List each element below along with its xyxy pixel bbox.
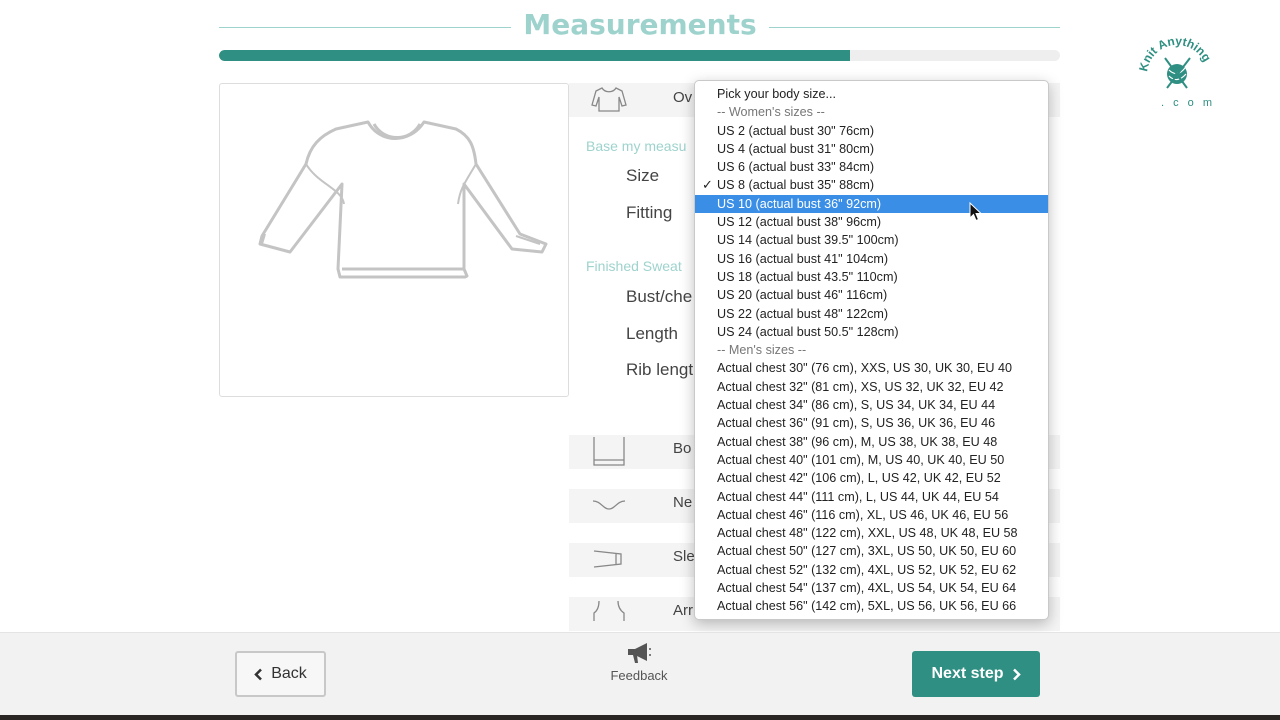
base-measurements-heading: Base my measu [586,138,687,154]
progress-fill [219,50,850,61]
dropdown-group-label: -- Women's sizes -- [695,103,1048,121]
dropdown-option[interactable]: Actual chest 48" (122 cm), XXL, US 48, U… [695,524,1048,542]
bottom-strip [0,715,1280,720]
knit-anything-logo[interactable]: Knit Anything . c o m [1135,30,1220,115]
dropdown-option[interactable]: US 22 (actual bust 48" 122cm) [695,305,1048,323]
dropdown-option[interactable]: US 16 (actual bust 41" 104cm) [695,250,1048,268]
dropdown-option-label: Actual chest 46" (116 cm), XL, US 46, UK… [717,507,1009,522]
sleeve-icon [593,550,622,568]
dropdown-option-label: US 4 (actual bust 31" 80cm) [717,141,875,156]
dropdown-option[interactable]: Actual chest 50" (127 cm), 3XL, US 50, U… [695,542,1048,560]
dropdown-option[interactable]: US 18 (actual bust 43.5" 110cm) [695,268,1048,286]
next-step-button[interactable]: Next step [912,651,1040,697]
dropdown-option-label: US 8 (actual bust 35" 88cm) [717,178,875,193]
sleeve-label: Sle [673,548,695,565]
dropdown-option-label: Actual chest 54" (137 cm), 4XL, US 54, U… [717,581,1017,596]
dropdown-option-label: Actual chest 34" (86 cm), S, US 34, UK 3… [717,398,996,413]
megaphone-icon [628,643,651,663]
dropdown-option[interactable]: US 20 (actual bust 46" 116cm) [695,286,1048,304]
dropdown-option[interactable]: US 6 (actual bust 33" 84cm) [695,158,1048,176]
rib-length-label: Rib lengt [626,360,694,379]
body-icon [593,437,625,466]
dropdown-option[interactable]: Actual chest 44" (111 cm), L, US 44, UK … [695,488,1048,506]
page-title: Measurements [0,8,1280,41]
dropdown-option-label: -- Men's sizes -- [717,343,807,358]
dropdown-option-label: US 14 (actual bust 39.5" 100cm) [717,233,899,248]
sweater-preview [219,83,569,397]
dropdown-option[interactable]: Actual chest 52" (132 cm), 4XL, US 52, U… [695,561,1048,579]
feedback-button[interactable]: Feedback [600,641,678,683]
back-button-label: Back [271,665,307,682]
neck-label: Ne [673,494,693,511]
dropdown-option[interactable]: Actual chest 46" (116 cm), XL, US 46, UK… [695,506,1048,524]
sweater-illustration [258,120,548,279]
dropdown-option[interactable]: US 14 (actual bust 39.5" 100cm) [695,231,1048,249]
dropdown-option[interactable]: Actual chest 40" (101 cm), M, US 40, UK … [695,451,1048,469]
dropdown-option-label: Actual chest 30" (76 cm), XXS, US 30, UK… [717,361,1012,376]
dropdown-option[interactable]: Actual chest 36" (91 cm), S, US 36, UK 3… [695,414,1048,432]
next-step-label: Next step [931,665,1004,682]
dropdown-option[interactable]: Actual chest 30" (76 cm), XXS, US 30, UK… [695,359,1048,377]
fitting-label: Fitting [626,203,673,222]
dropdown-option-label: US 22 (actual bust 48" 122cm) [717,306,889,321]
chevron-left-icon [254,668,263,680]
dropdown-option-label: Actual chest 36" (91 cm), S, US 36, UK 3… [717,416,996,431]
dropdown-option-label: Actual chest 32" (81 cm), XS, US 32, UK … [717,379,1004,394]
dropdown-option-label: US 2 (actual bust 30" 76cm) [717,123,875,138]
dropdown-option[interactable]: Actual chest 38" (96 cm), M, US 38, UK 3… [695,433,1048,451]
progress-bar [219,50,1060,61]
dropdown-option[interactable]: US 12 (actual bust 38" 96cm) [695,213,1048,231]
dropdown-option-label: Actual chest 48" (122 cm), XXL, US 48, U… [717,526,1018,541]
dropdown-option-label: US 20 (actual bust 46" 116cm) [717,288,888,303]
dropdown-option[interactable]: Actual chest 54" (137 cm), 4XL, US 54, U… [695,579,1048,597]
dropdown-option[interactable]: US 2 (actual bust 30" 76cm) [695,122,1048,140]
feedback-label: Feedback [610,668,668,683]
dropdown-option[interactable]: US 24 (actual bust 50.5" 128cm) [695,323,1048,341]
checkmark-icon: ✓ [702,177,713,193]
dropdown-group-label: -- Men's sizes -- [695,341,1048,359]
body-size-dropdown[interactable]: Pick your body size... -- Women's sizes -… [694,80,1049,620]
dropdown-option[interactable]: US 10 (actual bust 36" 92cm) [695,194,1048,214]
armhole-label: Arr [673,602,693,619]
back-button[interactable]: Back [235,651,326,697]
chevron-right-icon [1012,668,1021,680]
overview-label: Ov [673,89,693,106]
dropdown-option[interactable]: Actual chest 34" (86 cm), S, US 34, UK 3… [695,396,1048,414]
svg-text:. c o m: . c o m [1161,97,1215,109]
dropdown-option-label: Actual chest 38" (96 cm), M, US 38, UK 3… [717,434,998,449]
sweater-icon [591,87,627,112]
dropdown-option-label: Actual chest 56" (142 cm), 5XL, US 56, U… [717,599,1017,614]
dropdown-option-label: Pick your body size... [717,87,836,101]
dropdown-option-label: US 18 (actual bust 43.5" 110cm) [717,269,898,284]
dropdown-option-label: Actual chest 42" (106 cm), L, US 42, UK … [717,471,1001,486]
dropdown-option-label: Actual chest 52" (132 cm), 4XL, US 52, U… [717,562,1017,577]
armhole-icon [593,600,625,621]
neckline-icon [592,500,626,510]
dropdown-option-label: US 10 (actual bust 36" 92cm) [717,196,882,211]
size-label: Size [626,166,660,185]
mouse-cursor-icon [969,202,983,222]
dropdown-option[interactable]: Actual chest 32" (81 cm), XS, US 32, UK … [695,378,1048,396]
dropdown-option[interactable]: ✓ US 8 (actual bust 35" 88cm) [695,176,1048,194]
dropdown-option-label: US 16 (actual bust 41" 104cm) [717,251,889,266]
dropdown-option-label: Actual chest 40" (101 cm), M, US 40, UK … [717,452,1005,467]
dropdown-option[interactable]: Actual chest 42" (106 cm), L, US 42, UK … [695,469,1048,487]
dropdown-option-label: US 6 (actual bust 33" 84cm) [717,160,875,175]
length-label: Length [626,324,678,343]
dropdown-option[interactable]: Pick your body size... [695,85,1048,103]
body-label: Bo [673,440,692,457]
dropdown-option[interactable]: Actual chest 56" (142 cm), 5XL, US 56, U… [695,597,1048,615]
dropdown-option-label: Actual chest 44" (111 cm), L, US 44, UK … [717,489,999,504]
dropdown-option[interactable]: US 4 (actual bust 31" 80cm) [695,140,1048,158]
dropdown-option-label: -- Women's sizes -- [717,105,825,120]
dropdown-option-label: US 24 (actual bust 50.5" 128cm) [717,324,899,339]
dropdown-option-label: Actual chest 50" (127 cm), 3XL, US 50, U… [717,544,1017,559]
bust-chest-label: Bust/che [626,287,693,306]
finished-sweater-heading: Finished Sweat [586,258,682,274]
dropdown-option-label: US 12 (actual bust 38" 96cm) [717,215,882,230]
